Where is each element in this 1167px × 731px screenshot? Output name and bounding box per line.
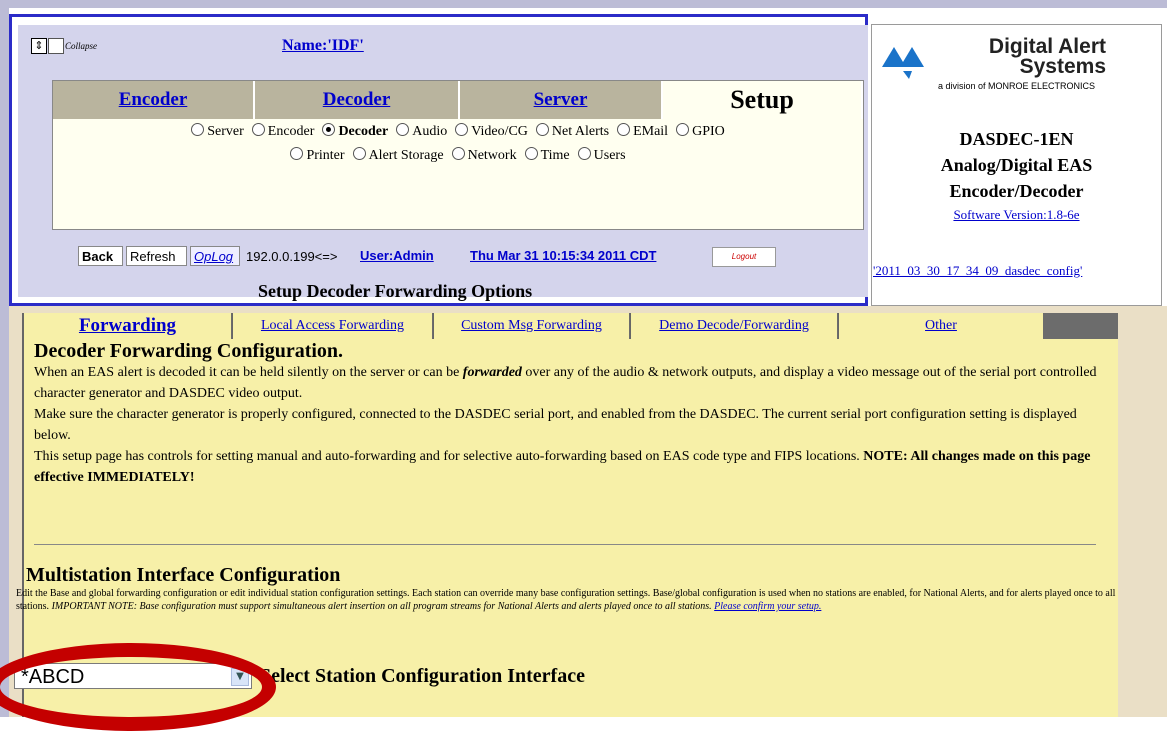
forwarding-heading: Decoder Forwarding Configuration. <box>34 340 344 362</box>
paragraph-2: Make sure the character generator is pro… <box>34 407 1077 443</box>
station-select[interactable]: *ABCD ▼ <box>14 663 252 689</box>
paragraph-1: When an EAS alert is decoded it can be h… <box>34 365 1097 401</box>
radio-label: Network <box>467 148 517 163</box>
radio-circle[interactable] <box>535 123 549 136</box>
radio-video-cg[interactable]: Video/CG <box>455 123 528 140</box>
ip-text: 192.0.0.199<=> <box>246 249 338 264</box>
radio-circle[interactable] <box>352 147 366 160</box>
config-link[interactable]: '2011_03_30_17_34_09_dasdec_config' <box>873 263 1082 279</box>
radio-decoder[interactable]: Decoder <box>322 123 388 140</box>
radio-label: Alert Storage <box>368 148 444 163</box>
setup-options-row1: Server Encoder Decoder Audio Video/CG Net Ale… <box>53 123 863 140</box>
radio-circle[interactable] <box>322 123 336 136</box>
radio-circle[interactable] <box>676 123 690 136</box>
subtab-demo-decode-forwarding[interactable]: Demo Decode/Forwarding <box>630 313 837 339</box>
station-select-label: Select Station Configuration Interface <box>260 665 585 687</box>
radio-label: Server <box>207 124 244 139</box>
oplog-button[interactable]: OpLog <box>190 246 240 266</box>
confirm-setup-link[interactable]: Please confirm your setup. <box>714 601 821 612</box>
division-text: a division of MONROE ELECTRONICS <box>937 81 1096 91</box>
back-button[interactable]: Back <box>78 246 123 266</box>
tab-encoder[interactable]: Encoder <box>53 81 255 119</box>
radio-circle[interactable] <box>191 123 205 136</box>
tab-server[interactable]: Server <box>460 81 663 119</box>
radio-circle[interactable] <box>451 147 465 160</box>
chevron-down-icon[interactable]: ▼ <box>231 668 249 686</box>
radio-circle[interactable] <box>396 123 410 136</box>
radio-label: EMail <box>633 124 669 139</box>
radio-time[interactable]: Time <box>524 147 570 164</box>
radio-email[interactable]: EMail <box>617 123 668 140</box>
radio-label: Video/CG <box>471 124 528 139</box>
subtab-local-access-forwarding[interactable]: Local Access Forwarding <box>232 313 432 339</box>
collapse-checkbox[interactable] <box>48 38 64 54</box>
expand-collapse-icon[interactable]: ⇕ <box>31 38 47 54</box>
radio-label: Time <box>540 148 570 163</box>
radio-printer[interactable]: Printer <box>290 147 345 164</box>
product-name: DASDEC-1EN <box>959 129 1074 149</box>
radio-encoder[interactable]: Encoder <box>251 123 315 140</box>
digital-alert-logo-icon <box>882 47 924 79</box>
logo-panel: Digital Alert Systems a division of MONR… <box>871 24 1162 306</box>
forwarding-description: Decoder Forwarding Configuration. When a… <box>34 341 1114 488</box>
radio-label: GPIO <box>692 124 725 139</box>
page-title: Setup Decoder Forwarding Options <box>258 281 533 301</box>
software-version-link[interactable]: Software Version:1.8-6e <box>872 207 1161 223</box>
lower-panel: Forwarding Local Access Forwarding Custo… <box>9 306 1167 717</box>
setup-options-row2: Printer Alert Storage Network Time Users <box>53 147 863 164</box>
main-tabs-box: Encoder Decoder Server Setup Server Encod… <box>52 80 864 230</box>
refresh-button[interactable]: Refresh <box>126 246 187 266</box>
product-desc-2: Encoder/Decoder <box>949 181 1084 201</box>
radio-circle[interactable] <box>577 147 591 160</box>
multistation-section: Multistation Interface Configuration Edi… <box>16 564 1116 613</box>
multistation-heading: Multistation Interface Configuration <box>26 564 341 586</box>
multistation-text: Edit the Base and global forwarding conf… <box>16 588 1116 612</box>
radio-net-alerts[interactable]: Net Alerts <box>535 123 610 140</box>
radio-server[interactable]: Server <box>191 123 244 140</box>
radio-label: Printer <box>306 148 345 163</box>
radio-gpio[interactable]: GPIO <box>676 123 725 140</box>
subtab-forwarding[interactable]: Forwarding <box>24 313 231 339</box>
radio-network[interactable]: Network <box>451 147 517 164</box>
radio-circle[interactable] <box>524 147 538 160</box>
radio-circle[interactable] <box>290 147 304 160</box>
logout-button[interactable]: Logout <box>712 247 776 267</box>
sub-tab-row: Forwarding Local Access Forwarding Custo… <box>24 313 1118 339</box>
radio-alert-storage[interactable]: Alert Storage <box>352 147 444 164</box>
radio-label: Audio <box>412 124 448 139</box>
datetime-link[interactable]: Thu Mar 31 10:15:34 2011 CDT <box>470 248 656 263</box>
radio-label: Net Alerts <box>551 124 610 139</box>
divider <box>34 544 1096 545</box>
radio-label: Encoder <box>267 124 315 139</box>
radio-audio[interactable]: Audio <box>396 123 447 140</box>
content-area: Forwarding Local Access Forwarding Custo… <box>14 313 1118 717</box>
paragraph-3: This setup page has controls for setting… <box>34 449 1091 485</box>
collapse-label: Collapse <box>65 41 98 51</box>
radio-users[interactable]: Users <box>577 147 626 164</box>
radio-circle[interactable] <box>617 123 631 136</box>
header-panel: ⇕ Collapse Name:'IDF' Encoder Decoder Se… <box>18 25 868 301</box>
subtab-custom-msg-forwarding[interactable]: Custom Msg Forwarding <box>433 313 629 339</box>
tab-decoder[interactable]: Decoder <box>255 81 460 119</box>
user-link[interactable]: User:Admin <box>360 248 434 263</box>
product-desc-1: Analog/Digital EAS <box>940 155 1093 175</box>
radio-circle[interactable] <box>251 123 265 136</box>
radio-circle[interactable] <box>455 123 469 136</box>
tab-setup[interactable]: Setup <box>663 81 863 119</box>
radio-label: Users <box>593 148 626 163</box>
name-link[interactable]: Name:'IDF' <box>282 37 364 55</box>
radio-label: Decoder <box>338 124 389 139</box>
company-name: Digital Alert Systems <box>988 35 1106 78</box>
subtab-other[interactable]: Other <box>838 313 1043 339</box>
